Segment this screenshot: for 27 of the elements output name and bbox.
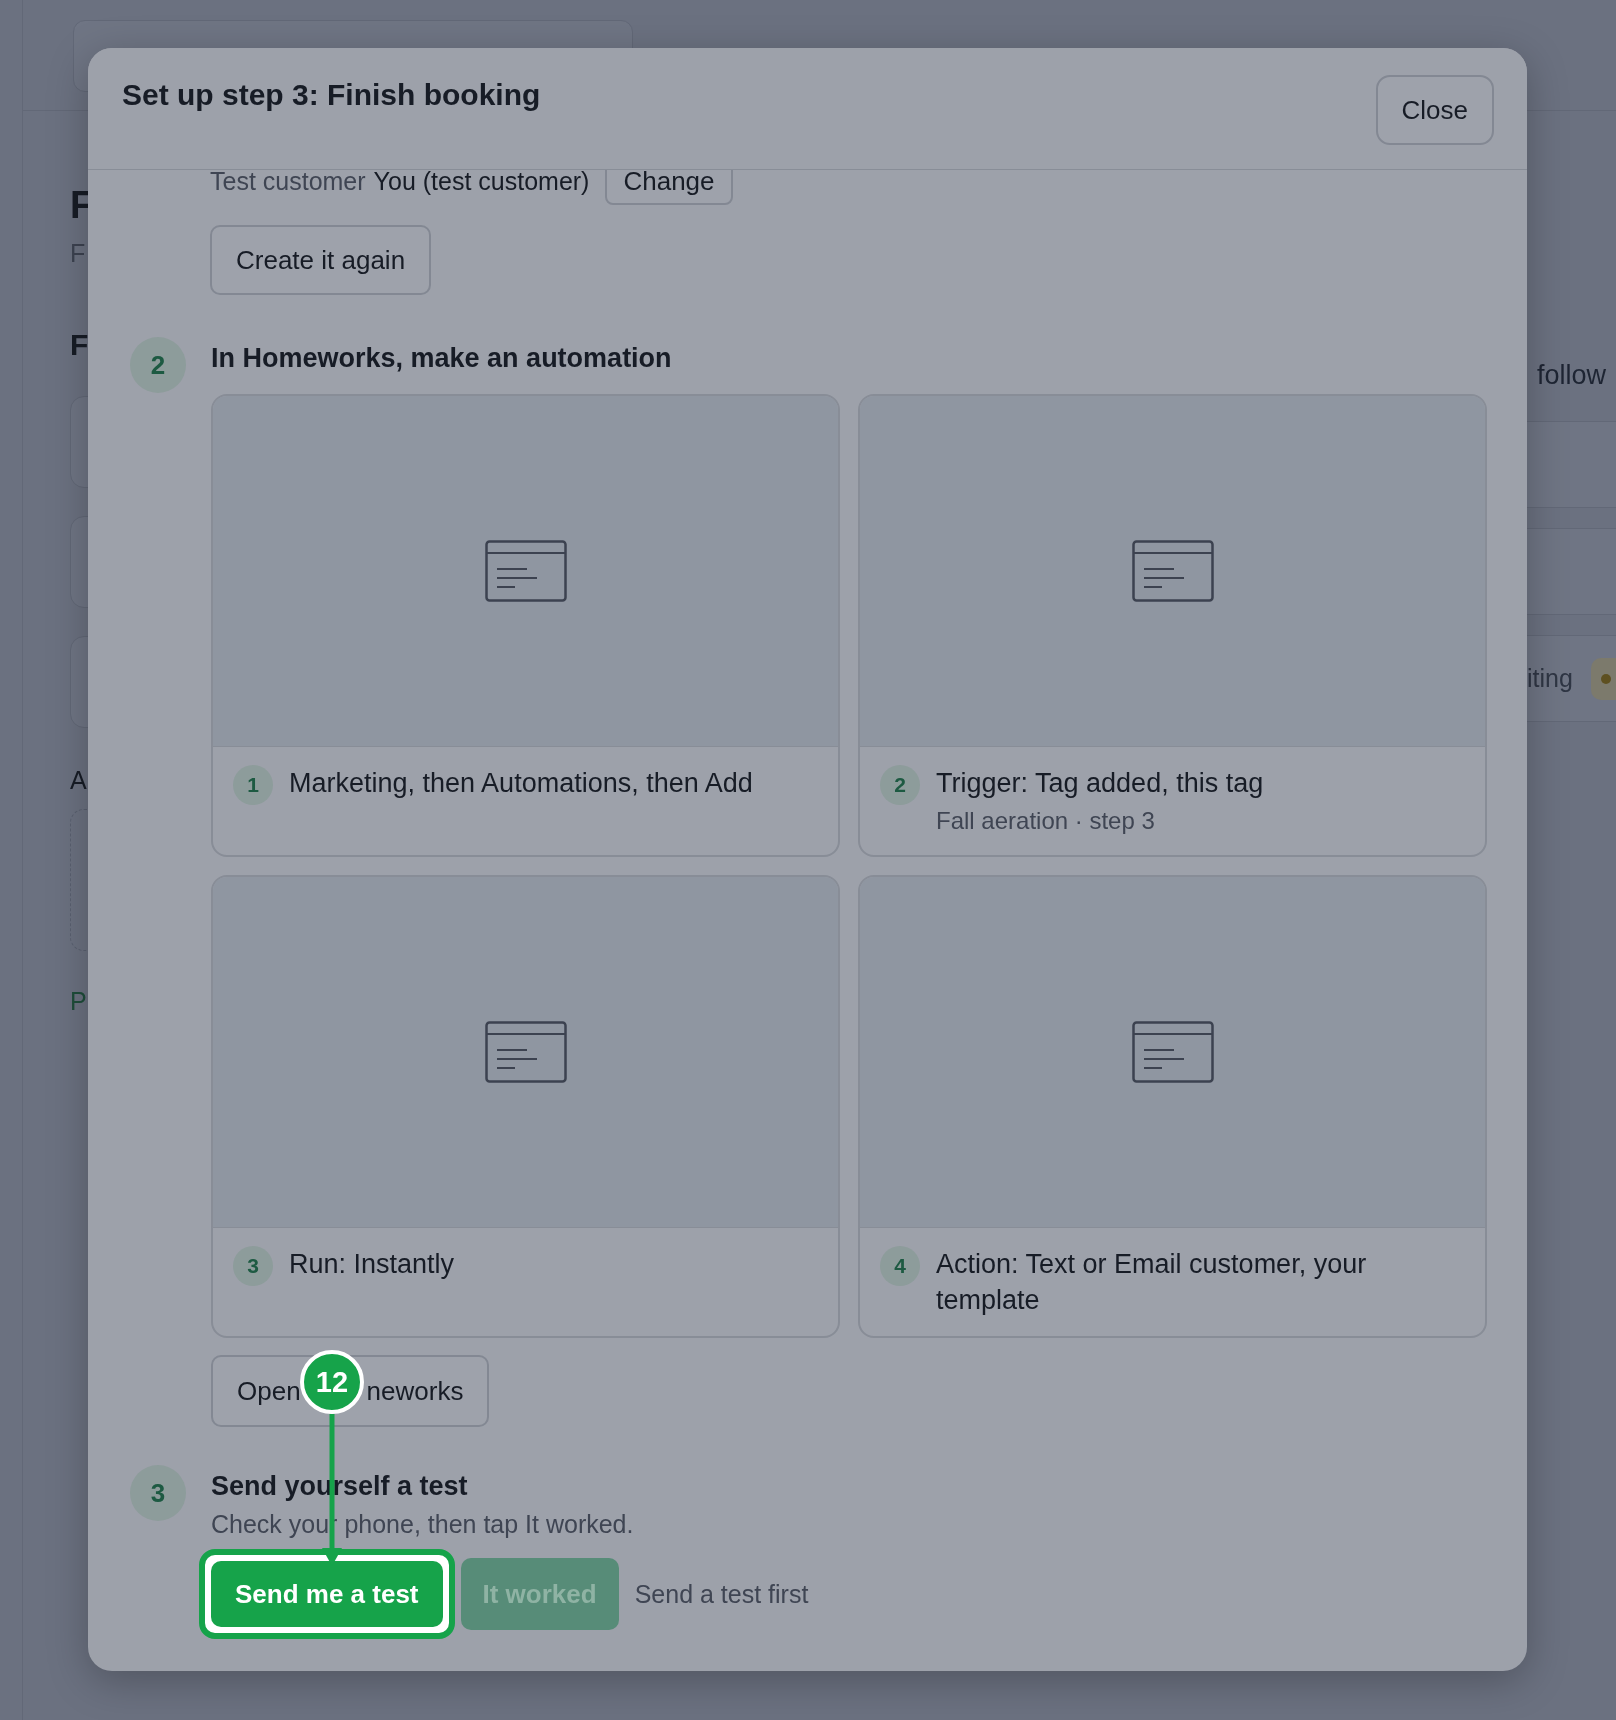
screenshot-placeholder-icon xyxy=(484,1021,567,1083)
status-pill xyxy=(1590,657,1616,700)
screenshot-placeholder-icon xyxy=(484,540,567,602)
dialog-title: Set up step 3: Finish booking xyxy=(122,78,541,112)
field-label: A xyxy=(70,766,88,795)
close-button[interactable]: Close xyxy=(1375,75,1494,145)
card-caption: Marketing, then Automations, then Add xyxy=(289,767,753,800)
hint-text: Send a test first xyxy=(634,1579,809,1609)
field-label: Test customer xyxy=(210,166,366,196)
card-caption: Trigger: Tag added, this tag xyxy=(936,767,1264,800)
step-number: 2 xyxy=(880,765,920,805)
screenshot-placeholder-icon xyxy=(1131,540,1214,602)
step-number: 2 xyxy=(130,337,186,393)
status-text: iting xyxy=(1527,664,1573,693)
step-number: 4 xyxy=(880,1246,920,1286)
section-heading: F xyxy=(70,328,90,362)
screenshot-placeholder-icon xyxy=(1131,1021,1214,1083)
step-number: 1 xyxy=(233,765,273,805)
step-number: 3 xyxy=(233,1246,273,1286)
step-number: 3 xyxy=(130,1465,186,1521)
step-title: In Homeworks, make an automation xyxy=(211,343,673,374)
field-value: You (test customer) xyxy=(373,166,590,196)
card-subtext: Fall aeration · step 3 xyxy=(936,807,1156,835)
create-again-button[interactable]: Create it again xyxy=(210,225,432,295)
background-text: follow xyxy=(1536,360,1608,391)
card-caption: Action: Text or Email customer, your template xyxy=(936,1248,1368,1317)
card-caption: Run: Instantly xyxy=(289,1248,455,1281)
